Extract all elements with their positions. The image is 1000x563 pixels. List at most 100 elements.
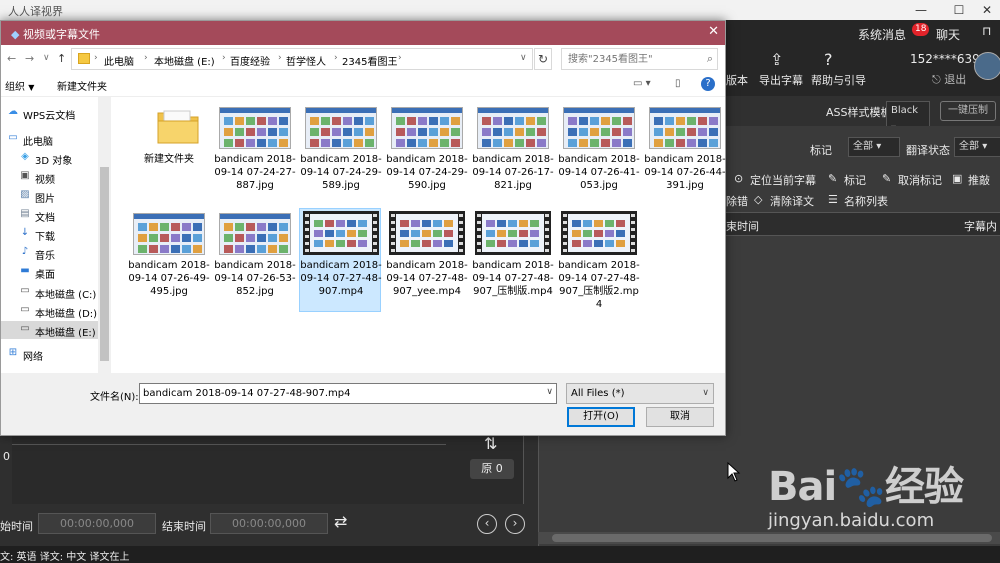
image-file-item[interactable]: bandicam 2018-09-14 07-26-44-391.jpg xyxy=(644,103,726,207)
one-key-compress-button[interactable]: 一键压制 xyxy=(940,101,996,121)
new-folder-button[interactable]: 新建文件夹 xyxy=(57,78,107,93)
end-time-input[interactable]: 00:00:00,000 xyxy=(210,513,328,534)
nav-item[interactable]: ♪ 音乐 xyxy=(1,244,98,262)
thumbnail-tile xyxy=(572,230,581,237)
nav-item[interactable]: ▭ 本地磁盘 (D:) xyxy=(1,302,98,320)
nav-item[interactable]: ☁ WPS云文档 xyxy=(1,104,98,122)
nav-item[interactable]: ⊞ 网络 xyxy=(1,345,98,363)
avatar[interactable] xyxy=(974,52,1000,80)
image-file-item[interactable]: bandicam 2018-09-14 07-26-17-821.jpg xyxy=(472,103,554,207)
open-button[interactable]: 打开(O) xyxy=(567,407,635,427)
breadcrumb-this-pc[interactable]: 此电脑 xyxy=(104,53,134,68)
next-icon[interactable]: › xyxy=(505,514,525,534)
end-time-column-header[interactable]: 束时间 xyxy=(726,218,759,234)
thumbnail-tile xyxy=(325,220,334,227)
error-check-button[interactable]: 除错 xyxy=(726,193,748,209)
breadcrumb-drive-e[interactable]: 本地磁盘 (E:) xyxy=(154,53,215,68)
nav-item[interactable]: ◈ 3D 对象 xyxy=(1,149,98,167)
thumbnail-tile xyxy=(482,139,491,147)
nav-item[interactable]: ▭ 此电脑 xyxy=(1,130,98,148)
previous-icon[interactable]: ‹ xyxy=(477,514,497,534)
locate-subtitle-button[interactable]: 定位当前字幕 xyxy=(750,172,816,188)
video-file-item[interactable]: bandicam 2018-09-14 07-27-48-907_yee.mp4 xyxy=(386,209,468,313)
start-time-input[interactable]: 00:00:00,000 xyxy=(38,513,156,534)
logout-link[interactable]: ⎋ 退出 xyxy=(932,71,966,87)
file-type-select[interactable]: All Files (*) ∨ xyxy=(566,383,714,404)
thumbnail-tile xyxy=(279,234,288,242)
mark-filter-select[interactable]: 全部 ▾ xyxy=(848,137,900,157)
close-icon[interactable]: ✕ xyxy=(708,24,719,39)
nav-item[interactable]: ▭ 本地磁盘 (C:) xyxy=(1,283,98,301)
nav-item[interactable]: ↓ 下载 xyxy=(1,225,98,243)
breadcrumb-current-folder[interactable]: 2345看图王 xyxy=(342,53,397,68)
refresh-icon[interactable]: ↻ xyxy=(534,48,552,70)
chevron-down-icon[interactable]: ∨ xyxy=(520,53,527,63)
search-box[interactable]: ⌕ xyxy=(561,48,718,70)
recent-dropdown-icon[interactable]: ∨ xyxy=(43,53,50,63)
up-icon[interactable]: ↑ xyxy=(57,52,66,65)
view-mode-icon[interactable]: ▭ ▾ xyxy=(633,78,651,89)
scrollbar-thumb[interactable] xyxy=(100,167,109,361)
mark-button[interactable]: 标记 xyxy=(844,172,866,188)
organize-button[interactable]: 组织 ▼ xyxy=(5,78,34,93)
thumbnail-tile xyxy=(515,117,524,125)
thumbnail-tile xyxy=(149,223,158,231)
unmark-button[interactable]: 取消标记 xyxy=(898,172,942,188)
image-file-item[interactable]: bandicam 2018-09-14 07-26-53-852.jpg xyxy=(214,209,296,313)
help-icon[interactable]: ? xyxy=(701,77,715,91)
swap-icon[interactable]: ⇄ xyxy=(334,512,347,531)
back-icon[interactable]: ← xyxy=(7,52,16,65)
filename-input[interactable] xyxy=(140,384,540,403)
recommend-button[interactable]: 推敲 xyxy=(968,172,990,188)
thumbnail-tile xyxy=(504,128,513,136)
video-file-item[interactable]: bandicam 2018-09-14 07-27-48-907.mp4 xyxy=(299,208,382,312)
nav-item[interactable]: ▨ 图片 xyxy=(1,187,98,205)
export-subtitle-button[interactable]: 导出字幕 xyxy=(759,72,803,88)
name-list-button[interactable]: 名称列表 xyxy=(844,193,888,209)
search-input[interactable] xyxy=(562,49,702,69)
film-hole xyxy=(631,214,635,217)
nav-item[interactable]: ▬ 桌面 xyxy=(1,263,98,281)
address-bar[interactable]: › 此电脑 › 本地磁盘 (E:) › 百度经验 › 哲学怪人 › 2345看图… xyxy=(71,48,533,70)
nav-item[interactable]: ▤ 文档 xyxy=(1,206,98,224)
breadcrumb-baidu-jingyan[interactable]: 百度经验 xyxy=(230,53,270,68)
video-file-item[interactable]: bandicam 2018-09-14 07-27-48-907_压制版.mp4 xyxy=(472,209,554,313)
logout-icon: ⎋ xyxy=(932,73,945,86)
close-icon[interactable]: ✕ xyxy=(972,1,1000,19)
search-icon[interactable]: ⌕ xyxy=(707,52,713,66)
image-file-item[interactable]: bandicam 2018-09-14 07-26-41-053.jpg xyxy=(558,103,640,207)
origin-button[interactable]: 原 0 xyxy=(470,459,514,479)
thumbnail-tile xyxy=(493,117,502,125)
version-button-partial[interactable]: 版本 xyxy=(726,72,748,88)
chevron-down-icon[interactable]: ∨ xyxy=(546,387,553,397)
swap-arrows-icon[interactable]: ⇅ xyxy=(484,434,497,453)
timeline-area[interactable] xyxy=(12,436,524,504)
thumbnail-tile xyxy=(579,139,588,147)
thumbnail-tile xyxy=(235,139,244,147)
cancel-button[interactable]: 取消 xyxy=(646,407,714,427)
folder-item[interactable]: 新建文件夹 xyxy=(128,103,210,207)
thumbnail-tile xyxy=(268,245,277,253)
help-guide-button[interactable]: 帮助与引导 xyxy=(811,72,866,88)
image-file-item[interactable]: bandicam 2018-09-14 07-24-29-590.jpg xyxy=(386,103,468,207)
filename-field[interactable]: ∨ xyxy=(139,383,557,404)
image-file-item[interactable]: bandicam 2018-09-14 07-26-49-495.jpg xyxy=(128,209,210,313)
system-message-link[interactable]: 系统消息 xyxy=(858,26,906,43)
nav-item[interactable]: ▭ 本地磁盘 (E:) xyxy=(1,321,98,339)
window-control-icon[interactable]: ⊓ xyxy=(982,24,991,38)
thumbnail-tile xyxy=(321,128,330,136)
nav-scrollbar[interactable] xyxy=(98,97,111,373)
minimize-icon[interactable]: — xyxy=(906,1,936,19)
forward-icon[interactable]: → xyxy=(25,52,34,65)
chat-link[interactable]: 聊天 xyxy=(936,26,960,43)
translate-state-select[interactable]: 全部 ▾ xyxy=(954,137,1000,157)
video-file-item[interactable]: bandicam 2018-09-14 07-27-48-907_压制版2.mp… xyxy=(558,209,640,313)
clear-translation-button[interactable]: 清除译文 xyxy=(770,193,814,209)
breadcrumb-philosopher[interactable]: 哲学怪人 xyxy=(286,53,326,68)
preview-pane-icon[interactable]: ▯ xyxy=(675,78,681,89)
image-file-item[interactable]: bandicam 2018-09-14 07-24-27-887.jpg xyxy=(214,103,296,207)
nav-item[interactable]: ▣ 视频 xyxy=(1,168,98,186)
subtitle-content-column-header[interactable]: 字幕内 xyxy=(964,218,997,234)
image-file-item[interactable]: bandicam 2018-09-14 07-24-29-589.jpg xyxy=(300,103,382,207)
maximize-icon[interactable]: ☐ xyxy=(944,1,974,19)
